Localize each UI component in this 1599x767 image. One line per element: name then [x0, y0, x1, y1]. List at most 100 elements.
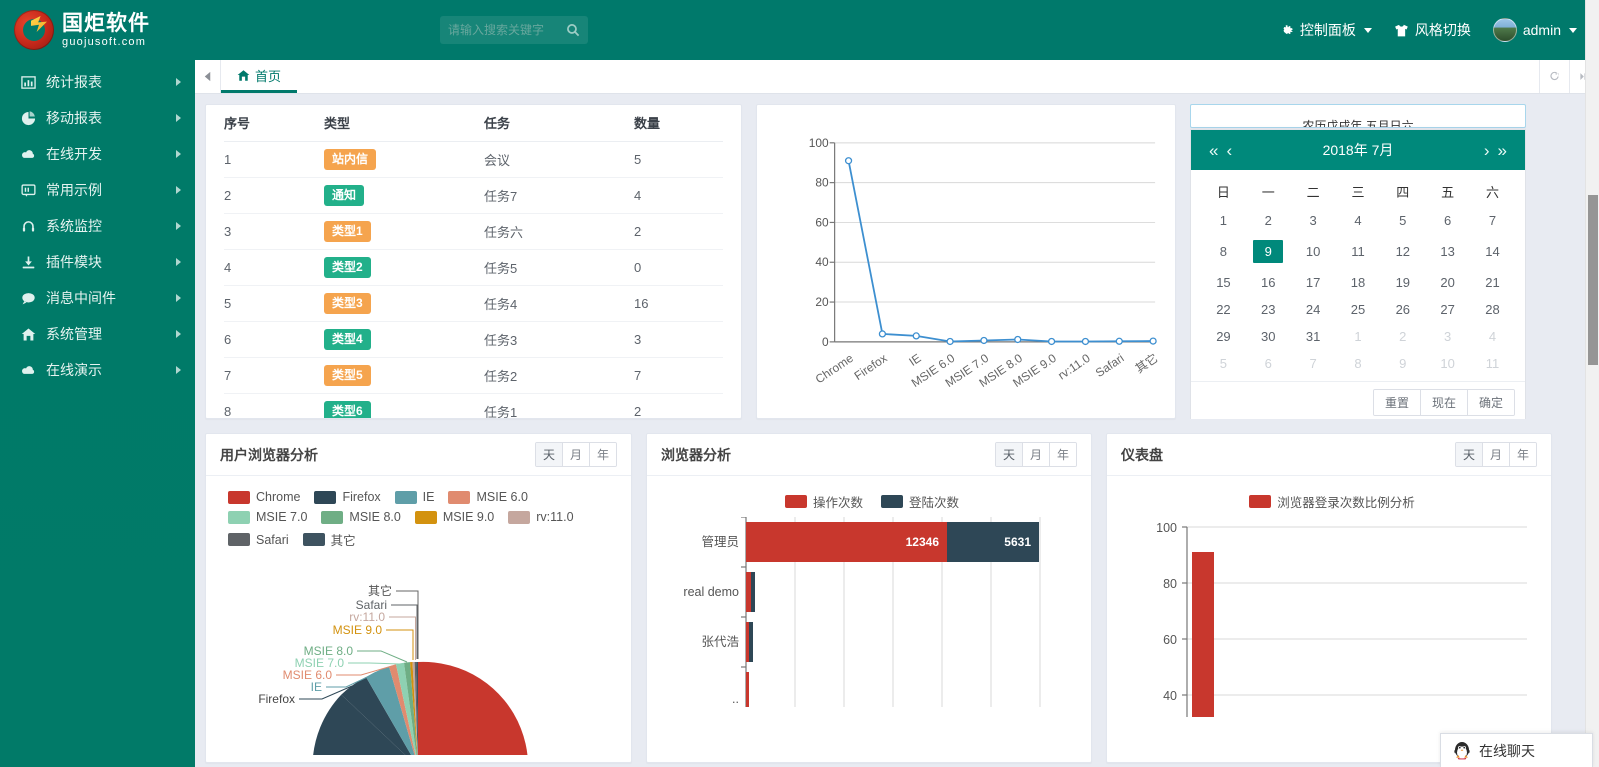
calendar-day[interactable]: 23	[1246, 296, 1291, 323]
legend-item[interactable]: rv:11.0	[508, 510, 574, 524]
calendar-day[interactable]: 12	[1380, 234, 1425, 269]
table-row[interactable]: 8 类型6 任务1 2	[224, 394, 723, 418]
legend-item[interactable]: MSIE 9.0	[414, 510, 494, 524]
calendar-day[interactable]: 16	[1246, 269, 1291, 296]
prev-month-button[interactable]: ‹	[1222, 142, 1236, 159]
sidebar-item-common-examples[interactable]: 常用示例	[0, 172, 195, 208]
legend-item[interactable]: 登陆次数	[881, 492, 959, 511]
range-month-button[interactable]: 月	[1022, 443, 1050, 466]
legend-item[interactable]: Firefox	[314, 490, 381, 504]
range-day-button[interactable]: 天	[995, 443, 1023, 466]
calendar-day-outside[interactable]: 3	[1425, 323, 1470, 350]
range-month-button[interactable]: 月	[1482, 443, 1510, 466]
calendar-day[interactable]: 4	[1336, 207, 1381, 234]
calendar-day[interactable]: 29	[1201, 323, 1246, 350]
prev-year-button[interactable]: «	[1205, 142, 1222, 159]
date-input[interactable]: 农历戊戌年 五月日六	[1190, 104, 1526, 128]
calendar-day-outside[interactable]: 9	[1380, 350, 1425, 377]
range-year-button[interactable]: 年	[1509, 443, 1536, 466]
calendar-day[interactable]: 7	[1470, 207, 1515, 234]
legend-item[interactable]: MSIE 6.0	[448, 490, 528, 504]
brand-logo[interactable]: 国炬软件 guojusoft.com	[0, 0, 195, 60]
calendar-day[interactable]: 25	[1336, 296, 1381, 323]
table-row[interactable]: 5 类型3 任务4 16	[224, 285, 723, 322]
calendar-day[interactable]: 22	[1201, 296, 1246, 323]
calendar-day[interactable]: 21	[1470, 269, 1515, 296]
next-year-button[interactable]: »	[1494, 142, 1511, 159]
tab-home[interactable]: 首页	[221, 60, 298, 93]
theme-switch-menu[interactable]: 风格切换	[1394, 20, 1471, 40]
table-row[interactable]: 4 类型2 任务5 0	[224, 249, 723, 286]
calendar-day[interactable]: 26	[1380, 296, 1425, 323]
calendar-day[interactable]: 2	[1246, 207, 1291, 234]
range-year-button[interactable]: 年	[1049, 443, 1076, 466]
calendar-day[interactable]: 8	[1201, 234, 1246, 269]
calendar-day[interactable]: 30	[1246, 323, 1291, 350]
table-row[interactable]: 2 通知 任务7 4	[224, 177, 723, 214]
legend-item[interactable]: Safari	[228, 530, 289, 549]
sidebar-item-statistics-report[interactable]: 统计报表	[0, 64, 195, 100]
sidebar-item-system-management[interactable]: 系统管理	[0, 316, 195, 352]
calendar-day-outside[interactable]: 11	[1470, 350, 1515, 377]
calendar-day-outside[interactable]: 8	[1336, 350, 1381, 377]
search-box[interactable]	[440, 16, 588, 44]
range-month-button[interactable]: 月	[562, 443, 590, 466]
calendar-day[interactable]: 11	[1336, 234, 1381, 269]
sidebar-item-plugin-module[interactable]: 插件模块	[0, 244, 195, 280]
calendar-day[interactable]: 19	[1380, 269, 1425, 296]
calendar-day[interactable]: 13	[1425, 234, 1470, 269]
legend-item[interactable]: MSIE 7.0	[228, 510, 307, 524]
next-month-button[interactable]: ›	[1480, 142, 1494, 159]
refresh-button[interactable]	[1539, 60, 1569, 93]
legend-item[interactable]: 浏览器登录次数比例分析	[1249, 492, 1415, 511]
calendar-day[interactable]: 18	[1336, 269, 1381, 296]
now-button[interactable]: 现在	[1420, 390, 1468, 415]
calendar-day[interactable]: 17	[1291, 269, 1336, 296]
sidebar-item-system-monitor[interactable]: 系统监控	[0, 208, 195, 244]
sidebar-item-online-demo[interactable]: 在线演示	[0, 352, 195, 388]
calendar-day[interactable]: 6	[1425, 207, 1470, 234]
control-panel-menu[interactable]: 控制面板	[1279, 20, 1372, 40]
user-menu[interactable]: admin	[1492, 18, 1577, 42]
table-row[interactable]: 7 类型5 任务2 7	[224, 357, 723, 394]
tab-scroll-left-button[interactable]	[195, 60, 221, 93]
sidebar-item-mobile-report[interactable]: 移动报表	[0, 100, 195, 136]
legend-item[interactable]: Chrome	[228, 490, 300, 504]
calendar-day-outside[interactable]: 6	[1246, 350, 1291, 377]
calendar-day[interactable]: 27	[1425, 296, 1470, 323]
sidebar-item-message-middleware[interactable]: 消息中间件	[0, 280, 195, 316]
reset-button[interactable]: 重置	[1373, 390, 1421, 415]
calendar-day-outside[interactable]: 5	[1201, 350, 1246, 377]
search-input[interactable]	[448, 23, 566, 37]
calendar-day-outside[interactable]: 4	[1470, 323, 1515, 350]
legend-item[interactable]: MSIE 8.0	[321, 510, 401, 524]
calendar-day-outside[interactable]: 7	[1291, 350, 1336, 377]
range-day-button[interactable]: 天	[535, 443, 563, 466]
table-row[interactable]: 6 类型4 任务3 3	[224, 321, 723, 358]
calendar-day[interactable]: 3	[1291, 207, 1336, 234]
calendar-day[interactable]: 15	[1201, 269, 1246, 296]
calendar-day[interactable]: 20	[1425, 269, 1470, 296]
confirm-button[interactable]: 确定	[1467, 390, 1514, 415]
calendar-day-outside[interactable]: 1	[1336, 323, 1381, 350]
calendar-day-outside[interactable]: 2	[1380, 323, 1425, 350]
legend-item[interactable]: 其它	[302, 530, 356, 549]
legend-item[interactable]: IE	[394, 490, 434, 504]
sidebar-item-online-development[interactable]: 在线开发	[0, 136, 195, 172]
search-icon[interactable]	[566, 23, 580, 37]
calendar-day[interactable]: 24	[1291, 296, 1336, 323]
calendar-day-outside[interactable]: 10	[1425, 350, 1470, 377]
calendar-day[interactable]: 5	[1380, 207, 1425, 234]
table-row[interactable]: 3 类型1 任务六 2	[224, 213, 723, 250]
calendar-day[interactable]: 28	[1470, 296, 1515, 323]
calendar-day[interactable]: 10	[1291, 234, 1336, 269]
table-row[interactable]: 1 站内信 会议 5	[224, 141, 723, 178]
vertical-scrollbar[interactable]	[1585, 0, 1599, 767]
calendar-day[interactable]: 1	[1201, 207, 1246, 234]
scrollbar-thumb[interactable]	[1588, 195, 1598, 365]
range-year-button[interactable]: 年	[589, 443, 616, 466]
online-chat-widget[interactable]: 在线聊天	[1440, 733, 1593, 767]
calendar-day[interactable]: 31	[1291, 323, 1336, 350]
legend-item[interactable]: 操作次数	[784, 492, 863, 511]
range-day-button[interactable]: 天	[1455, 443, 1483, 466]
